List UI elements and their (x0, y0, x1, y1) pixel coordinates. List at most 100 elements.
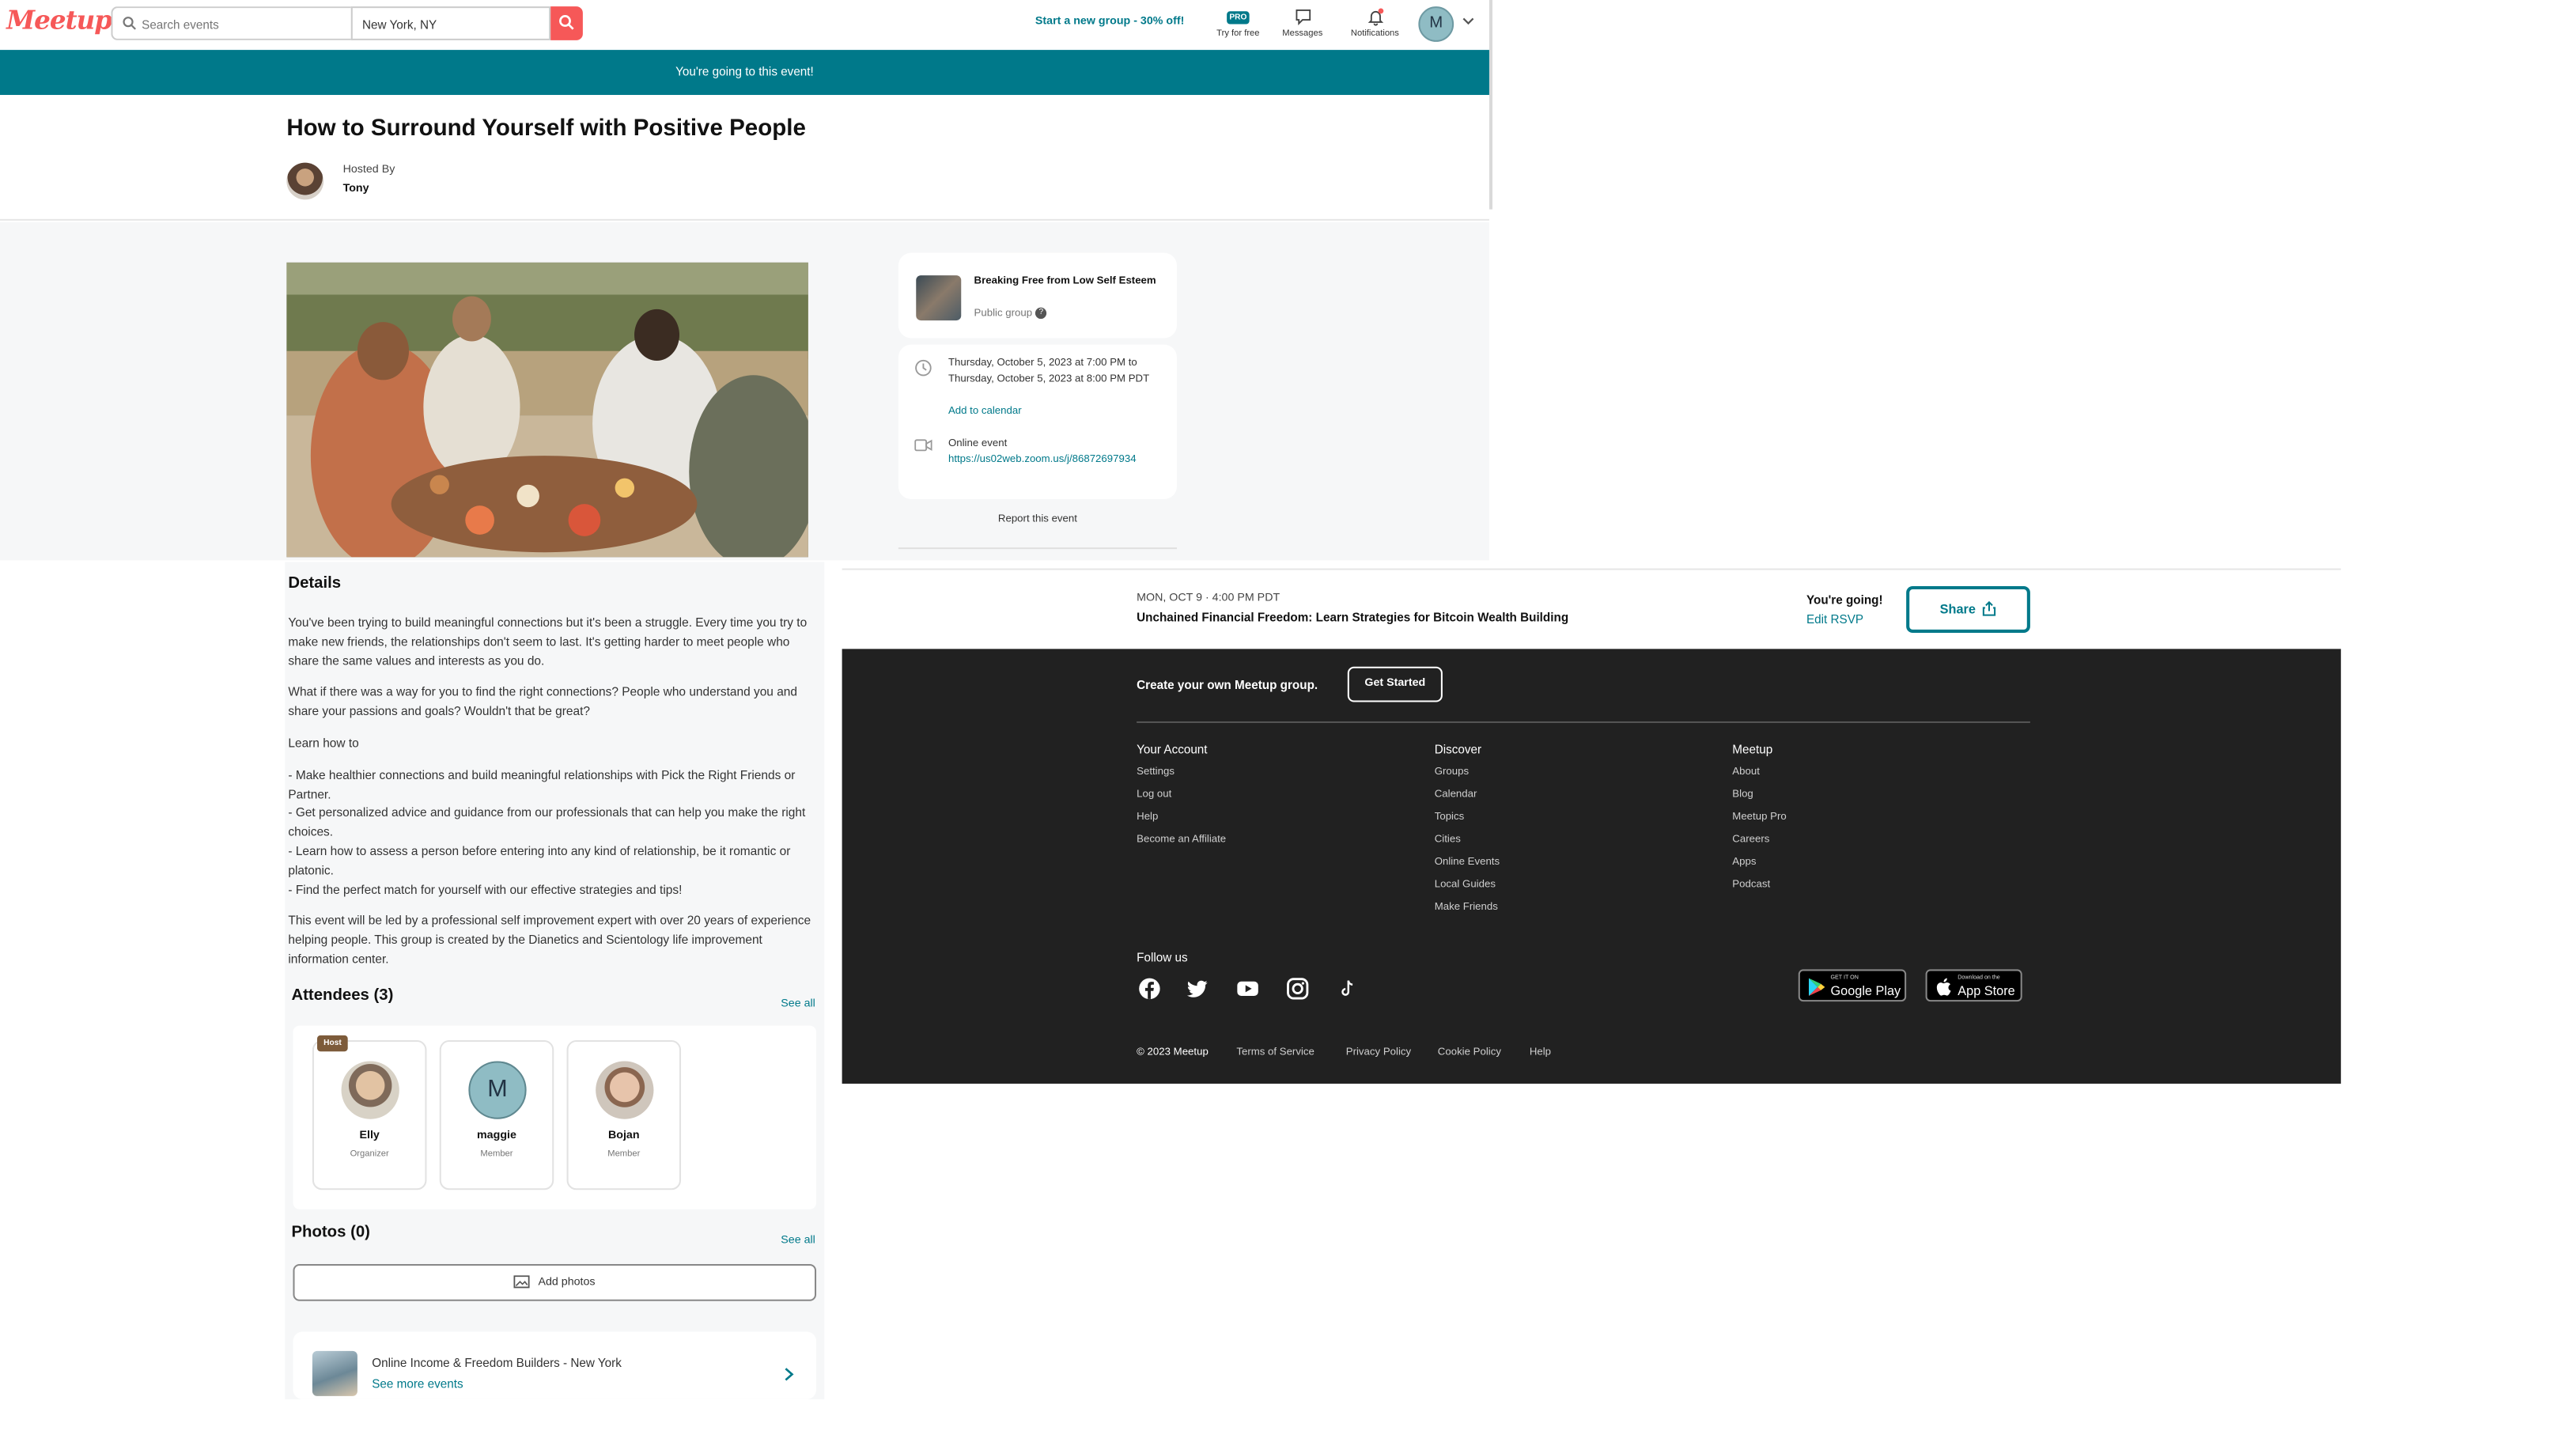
add-photos-button[interactable]: Add photos (293, 1263, 817, 1301)
details-paragraph: This event will be led by a professional… (288, 913, 811, 967)
footer-link-terms[interactable]: Terms of Service (1236, 1047, 1314, 1058)
details-paragraph: Learn how to (288, 736, 359, 751)
share-button[interactable]: Share (1906, 585, 2030, 633)
scrollbar[interactable] (1488, 0, 1493, 210)
follow-us-label: Follow us (1137, 950, 1188, 965)
start-group-promo-link[interactable]: Start a new group - 30% off! (1035, 16, 1184, 27)
footer-link-topics[interactable]: Topics (1435, 812, 1465, 823)
try-pro-button[interactable]: PRO Try for free (1214, 5, 1262, 39)
footer-link-settings[interactable]: Settings (1137, 767, 1175, 778)
footer-link-calendar[interactable]: Calendar (1435, 789, 1477, 800)
create-group-text: Create your own Meetup group. (1137, 677, 1318, 693)
attendee-card[interactable]: M maggie Member (439, 1039, 554, 1190)
copyright: © 2023 Meetup (1137, 1047, 1209, 1058)
footer-link-meetup-pro[interactable]: Meetup Pro (1732, 812, 1786, 823)
see-more-events-link[interactable]: See more events (372, 1376, 463, 1391)
attendee-role: Member (480, 1149, 513, 1160)
clock-icon (915, 359, 932, 377)
google-play-label: Google Play (1830, 983, 1901, 999)
messages-label: Messages (1282, 28, 1323, 39)
report-event-link[interactable]: Report this event (898, 513, 1177, 524)
hosted-by-label: Hosted By (342, 164, 395, 176)
photos-see-all-link[interactable]: See all (781, 1235, 815, 1246)
footer-link-privacy[interactable]: Privacy Policy (1346, 1047, 1411, 1058)
chevron-right-icon[interactable] (784, 1367, 794, 1381)
details-bullet: - Learn how to assess a person before en… (288, 843, 791, 877)
user-avatar[interactable]: M (1418, 6, 1454, 42)
share-icon (1983, 600, 1996, 616)
details-bullet: - Get personalized advice and guidance f… (288, 805, 806, 839)
top-nav: Meetup Start a new group - 30% off! PRO … (0, 0, 1489, 51)
footer-link-local-guides[interactable]: Local Guides (1435, 879, 1496, 890)
attendee-role: Organizer (350, 1149, 389, 1160)
image-icon (514, 1275, 531, 1289)
attendee-card[interactable]: Elly Organizer (312, 1039, 427, 1190)
host-name[interactable]: Tony (343, 184, 369, 195)
group-thumbnail (916, 275, 962, 321)
event-time-card: Thursday, October 5, 2023 at 7:00 PM to … (898, 344, 1178, 500)
instagram-icon[interactable] (1286, 978, 1309, 1000)
group-type: Public group? (974, 307, 1047, 320)
search-input[interactable] (142, 13, 343, 36)
search-field[interactable] (111, 6, 353, 40)
group-events-card[interactable]: Online Income & Freedom Builders - New Y… (293, 1331, 817, 1399)
edit-rsvp-link[interactable]: Edit RSVP (1806, 612, 1863, 626)
help-icon[interactable]: ? (1035, 307, 1047, 320)
search-icon (559, 15, 574, 30)
footer-link-online-events[interactable]: Online Events (1435, 857, 1500, 868)
footer-link-cookie[interactable]: Cookie Policy (1438, 1047, 1501, 1058)
twitter-icon[interactable] (1186, 978, 1209, 1000)
footer-link-help[interactable]: Help (1137, 812, 1158, 823)
google-play-small-text: GET IT ON (1830, 974, 1859, 981)
group-name[interactable]: Breaking Free from Low Self Esteem (974, 274, 1159, 289)
footer-link-apps[interactable]: Apps (1732, 857, 1756, 868)
footer-column-heading: Discover (1434, 742, 1482, 757)
location-input[interactable] (362, 13, 539, 36)
host-avatar[interactable] (286, 162, 324, 200)
app-store-small-text: Download on the (1958, 974, 2000, 981)
event-datetime: Thursday, October 5, 2023 at 7:00 PM to … (948, 357, 1150, 385)
footer-link-careers[interactable]: Careers (1732, 834, 1769, 845)
divider (1137, 721, 2030, 723)
get-started-button[interactable]: Get Started (1347, 666, 1443, 702)
details-body: You've been trying to build meaningful c… (288, 614, 811, 982)
notifications-button[interactable]: Notifications (1343, 5, 1407, 39)
group-thumbnail (312, 1350, 357, 1396)
sticky-event-date: MON, OCT 9 · 4:00 PM PDT (1137, 592, 1280, 604)
footer-link-cities[interactable]: Cities (1435, 834, 1461, 845)
footer-link-log-out[interactable]: Log out (1137, 789, 1171, 800)
chevron-down-icon[interactable] (1462, 16, 1474, 25)
video-camera-icon (914, 439, 932, 452)
footer-link-podcast[interactable]: Podcast (1732, 879, 1770, 890)
add-to-calendar-link[interactable]: Add to calendar (948, 404, 1164, 420)
footer-link-make-friends[interactable]: Make Friends (1435, 902, 1498, 913)
footer-link-affiliate[interactable]: Become an Affiliate (1137, 834, 1226, 845)
facebook-icon[interactable] (1138, 978, 1160, 1000)
details-heading: Details (288, 574, 342, 593)
google-play-button[interactable]: GET IT ON Google Play (1798, 969, 1907, 1002)
footer-link-groups[interactable]: Groups (1435, 767, 1469, 778)
going-status: You're going! (1806, 592, 1883, 608)
attendee-name: maggie (477, 1130, 516, 1142)
messages-button[interactable]: Messages (1278, 5, 1326, 39)
attendees-see-all-link[interactable]: See all (781, 998, 815, 1009)
tiktok-icon[interactable] (1337, 978, 1359, 1000)
attendee-card[interactable]: Bojan Member (566, 1039, 682, 1190)
zoom-link[interactable]: https://us02web.zoom.us/j/86872697934 (948, 452, 1164, 468)
footer-link-blog[interactable]: Blog (1732, 789, 1753, 800)
event-header: How to Surround Yourself with Positive P… (0, 95, 1489, 221)
footer-link-about[interactable]: About (1732, 767, 1760, 778)
photos-heading: Photos (0) (291, 1224, 370, 1242)
group-card[interactable]: Breaking Free from Low Self Esteem Publi… (898, 252, 1178, 339)
footer-column-heading: Your Account (1137, 742, 1208, 757)
details-paragraph: You've been trying to build meaningful c… (288, 615, 808, 668)
meetup-logo[interactable]: Meetup (6, 5, 112, 36)
footer-link-help[interactable]: Help (1530, 1047, 1551, 1058)
event-photo (286, 262, 808, 558)
search-button[interactable] (550, 6, 583, 40)
location-field[interactable] (350, 6, 551, 40)
app-store-button[interactable]: Download on the App Store (1925, 969, 2022, 1002)
youtube-icon[interactable] (1236, 978, 1258, 1000)
notifications-label: Notifications (1350, 28, 1399, 39)
sticky-event-bar (842, 568, 2341, 649)
